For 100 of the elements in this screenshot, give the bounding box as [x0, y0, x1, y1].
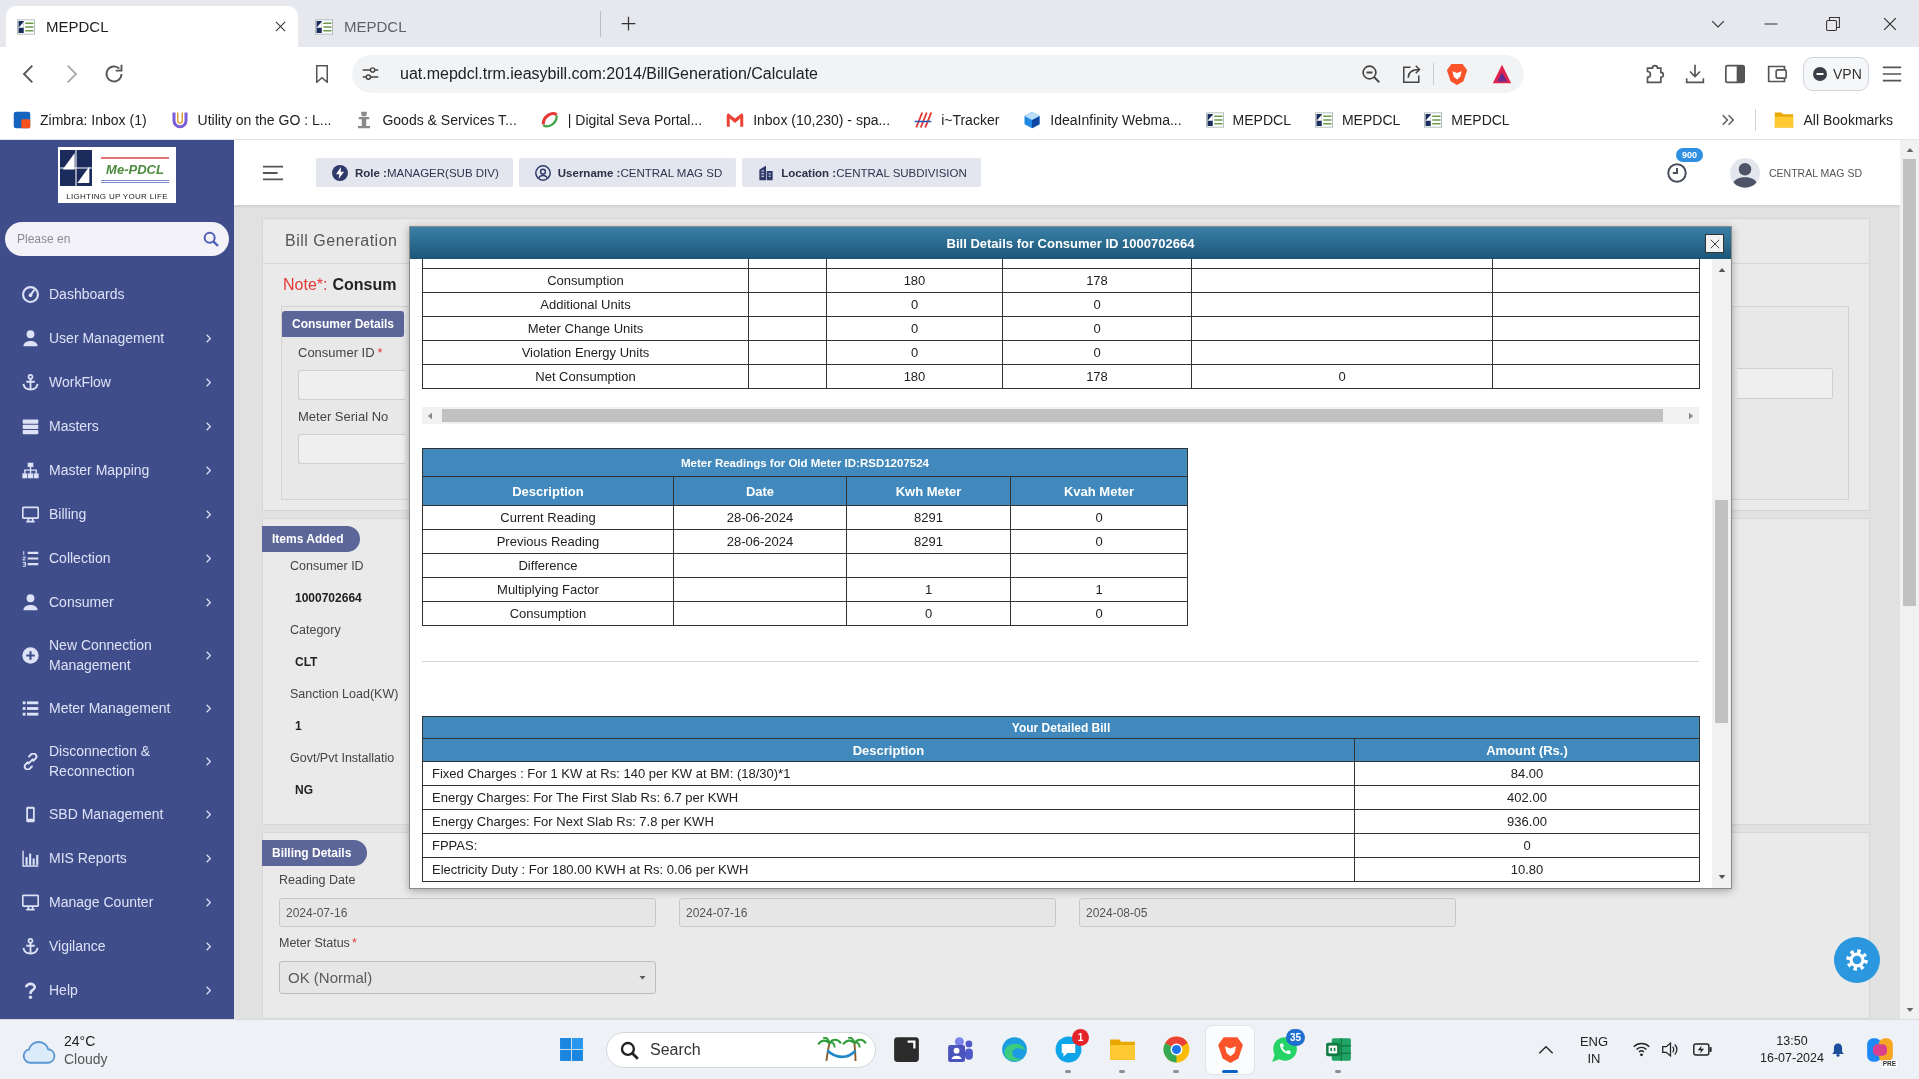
side-panel-icon[interactable] [1725, 63, 1745, 84]
sidebar-item[interactable]: SBD Management [0, 792, 234, 836]
clock-icon[interactable] [1667, 162, 1688, 183]
scrollbar-thumb[interactable] [1903, 159, 1916, 606]
vertical-scrollbar[interactable] [1712, 259, 1731, 888]
url-field[interactable]: uat.mepdcl.trm.ieasybill.com:2014/BillGeneration/Calculate [400, 64, 818, 83]
sliders-icon[interactable] [362, 65, 379, 82]
table-cell: 8291 [846, 529, 1011, 554]
header-info-text: Role :MANAGER(SUB DIV) [355, 166, 499, 179]
chevron-right-icon [204, 853, 213, 863]
scrollbar-thumb[interactable] [1715, 500, 1728, 723]
close-icon[interactable] [275, 21, 286, 32]
search-field[interactable]: Please en [5, 222, 229, 256]
sidebar-item[interactable]: Manage Counter [0, 880, 234, 924]
taskbar-app-button[interactable]: 1 [1044, 1025, 1092, 1074]
field-label: Govt/Pvt Installatio [290, 751, 395, 766]
bookmark[interactable]: Goods & Services T... [349, 110, 523, 129]
browser-tab[interactable]: MEPDCL [304, 6, 596, 47]
vpn-button[interactable]: VPN [1803, 56, 1869, 91]
puzzle-icon[interactable] [1645, 63, 1665, 84]
bookmark[interactable]: Inbox (10,230) - spa... [720, 110, 897, 129]
header-info-text: Location :CENTRAL SUBDIVISION [781, 166, 967, 179]
sidebar-item[interactable]: Dashboards [0, 272, 234, 316]
double-chevron-icon[interactable] [1720, 112, 1735, 127]
date-field[interactable]: 2024-07-16 [679, 898, 1056, 927]
notification-badge: 1 [1072, 1028, 1089, 1046]
date-field[interactable]: 2024-07-16 [279, 898, 656, 927]
volume-icon[interactable] [1662, 1041, 1679, 1058]
sidebar-item[interactable]: Master Mapping [0, 448, 234, 492]
scroll-right-icon[interactable] [1687, 411, 1695, 420]
column-header: Kwh Meter [846, 476, 1011, 506]
table-cell: Energy Charges: For Next Slab Rs: 7.8 per KWH [422, 809, 1355, 834]
sidebar-item[interactable]: MIS Reports [0, 836, 234, 880]
all-bookmarks-button[interactable]: All Bookmarks [1773, 109, 1893, 130]
app-icon[interactable] [1866, 1035, 1894, 1064]
restore-icon[interactable] [1826, 16, 1840, 31]
table-cell: 0 [1010, 529, 1188, 554]
shield-icon[interactable] [1446, 62, 1468, 85]
field-label: Meter Status [279, 936, 350, 951]
sidebar-item[interactable]: Collection [0, 536, 234, 580]
page-scrollbar[interactable] [1900, 140, 1919, 1019]
table-cell: Consumption [423, 269, 749, 293]
bookmark[interactable]: i~Tracker [908, 110, 1006, 129]
bell-icon[interactable] [1831, 1042, 1845, 1057]
scroll-left-icon[interactable] [426, 411, 434, 420]
close-button[interactable] [1705, 234, 1724, 253]
bookmark[interactable]: IdeaInfinity Webma... [1017, 110, 1188, 129]
wifi-icon[interactable] [1633, 1041, 1650, 1058]
sidebar-item[interactable]: Vigilance [0, 924, 234, 968]
input-field[interactable] [1737, 368, 1833, 399]
chevron-right-icon [204, 553, 213, 563]
table-cell: 936.00 [1354, 809, 1700, 834]
triangle-icon[interactable] [1492, 63, 1512, 84]
search-field[interactable]: Search [606, 1031, 876, 1068]
chevron-right-icon [204, 421, 213, 431]
reload-icon[interactable] [104, 63, 124, 84]
download-icon[interactable] [1685, 63, 1705, 84]
scroll-up-icon[interactable] [1905, 146, 1914, 154]
input-field[interactable] [298, 370, 405, 400]
bookmark-icon[interactable] [313, 64, 331, 83]
zoom-out-icon[interactable] [1362, 64, 1380, 83]
input-field[interactable] [298, 434, 405, 464]
scrollbar-thumb[interactable] [442, 409, 1663, 422]
bookmark[interactable]: | Digital Seva Portal... [534, 110, 709, 129]
scroll-down-icon[interactable] [1717, 873, 1726, 881]
sidebar-item[interactable]: Disconnection & Reconnection [0, 730, 234, 792]
bookmark[interactable]: MEPDCL [1418, 110, 1516, 129]
sidebar-item[interactable]: User Management [0, 316, 234, 360]
scroll-up-icon[interactable] [1717, 266, 1726, 274]
close-icon[interactable] [1883, 16, 1897, 31]
language-indicator[interactable]: ENG IN [1579, 1032, 1609, 1067]
anchor-icon [22, 937, 39, 955]
plus-icon[interactable] [621, 16, 636, 31]
table-cell: 180 [827, 365, 1003, 389]
sidebar-item[interactable]: New Connection Management [0, 624, 234, 686]
bookmark[interactable]: MEPDCL [1308, 110, 1407, 129]
bookmark[interactable]: MEPDCL [1199, 110, 1297, 129]
meter-status-select[interactable]: OK (Normal) [279, 961, 656, 994]
browser-tab[interactable]: MEPDCL [6, 6, 298, 47]
bookmark[interactable]: Zimbra: Inbox (1) [7, 110, 153, 129]
share-icon[interactable] [1403, 64, 1421, 83]
slashes-icon [914, 110, 933, 129]
sidebar-item[interactable]: Billing [0, 492, 234, 536]
sidebar-item[interactable]: Masters [0, 404, 234, 448]
wallet-icon[interactable] [1767, 63, 1787, 84]
avatar-icon[interactable] [1730, 157, 1761, 188]
battery-icon[interactable] [1693, 1040, 1712, 1059]
bookmark[interactable]: Utility on the GO : L... [164, 110, 338, 129]
horizontal-scrollbar[interactable] [422, 407, 1699, 424]
sidebar-item[interactable]: WorkFlow [0, 360, 234, 404]
sidebar-item[interactable]: Meter Management [0, 686, 234, 730]
sidebar-item[interactable]: Help [0, 968, 234, 1012]
sidebar-item[interactable]: Consumer [0, 580, 234, 624]
taskbar-app-button[interactable]: 35 [1260, 1025, 1308, 1074]
scroll-down-icon[interactable] [1905, 1006, 1914, 1014]
column-header: Date [673, 476, 847, 506]
logo-tagline: LIGHTING UP YOUR LIFE [66, 191, 168, 201]
date-field[interactable]: 2024-08-05 [1079, 898, 1456, 927]
chevron-right-icon [204, 377, 213, 387]
clock[interactable]: 13:50 16-07-2024 [1756, 1032, 1828, 1067]
